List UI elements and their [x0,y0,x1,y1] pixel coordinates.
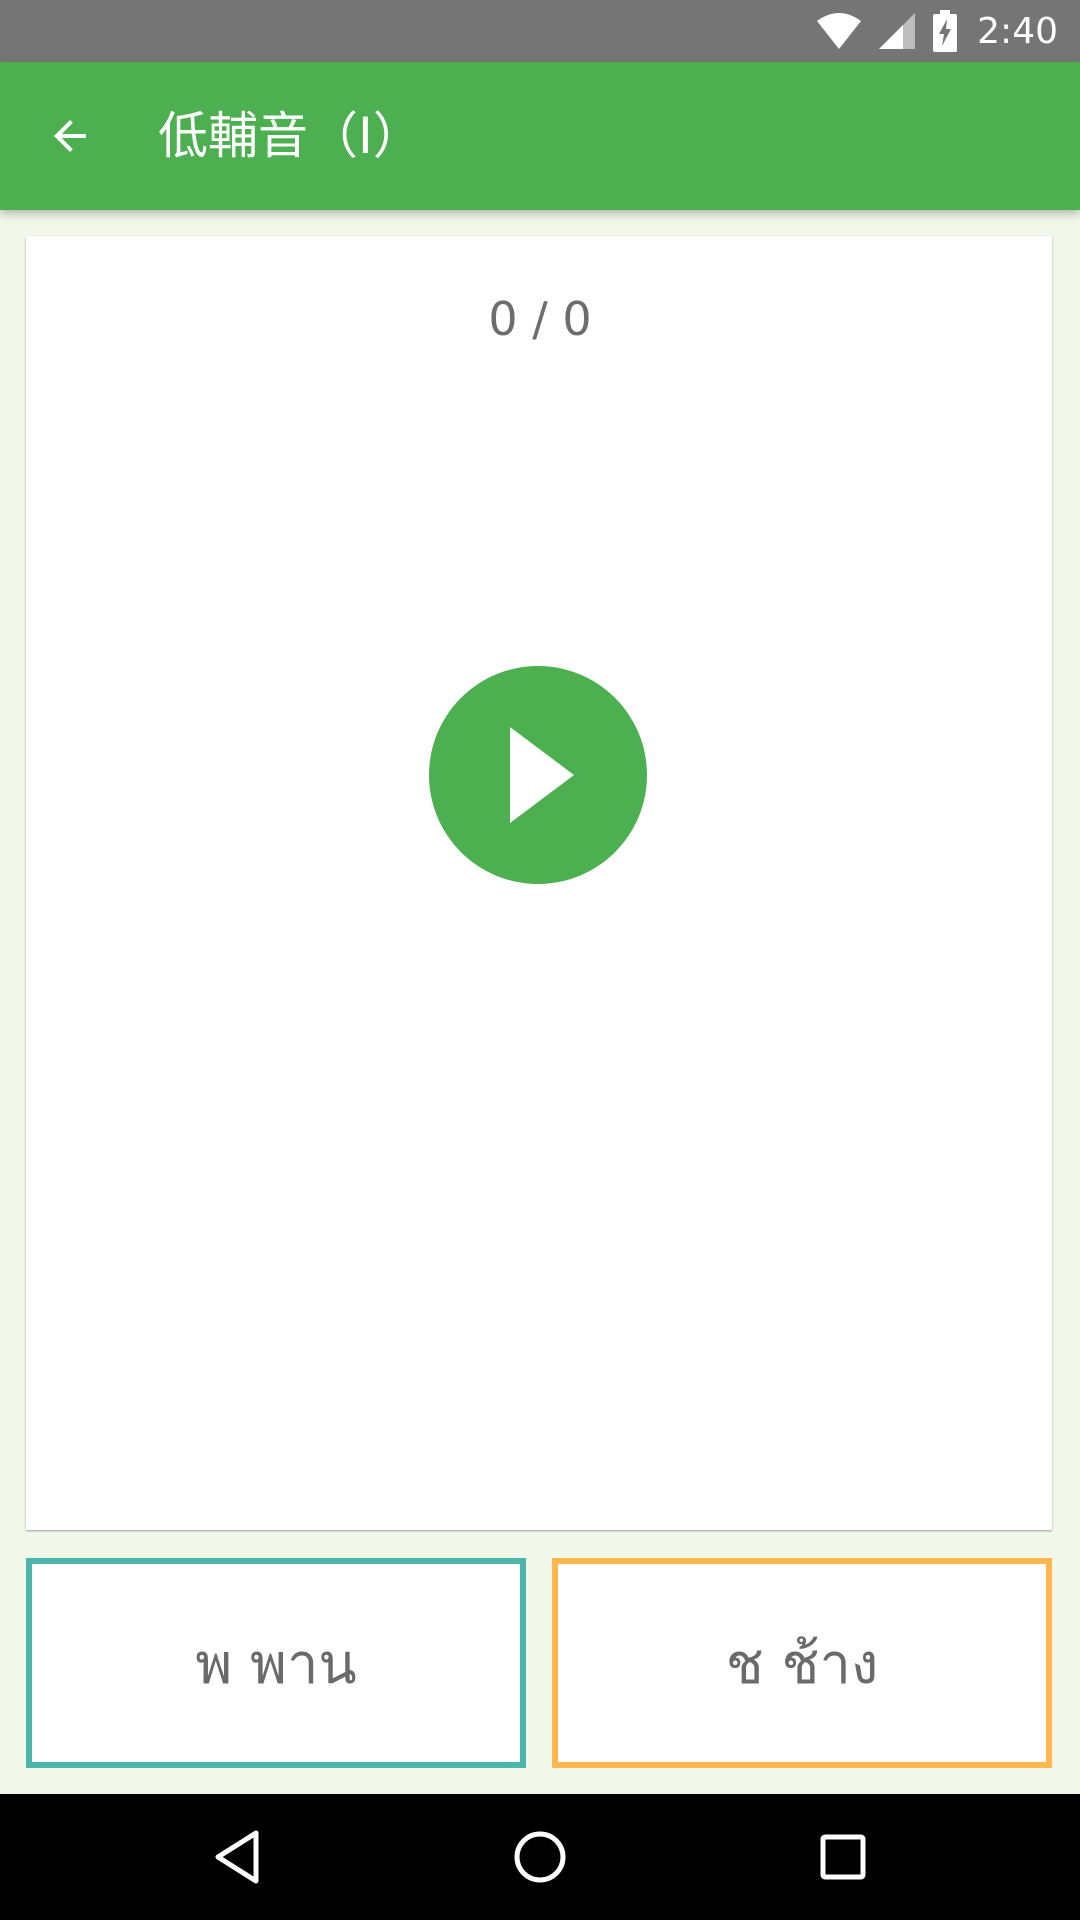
answer-option-2-label: ช ช้าง [725,1631,879,1697]
navigation-bar [0,1794,1080,1920]
battery-charging-icon [933,10,958,52]
status-time: 2:40 [977,10,1058,52]
arrow-back-icon [54,120,86,152]
play-button[interactable] [429,666,647,884]
progress-counter: 0 / 0 [488,292,592,346]
app-bar: 低輔音（I） [0,62,1080,210]
status-icons: 2:40 [815,0,1058,62]
home-circle-icon [514,1831,566,1883]
wifi-icon [817,13,862,49]
cell-signal-icon [879,13,916,49]
page-title: 低輔音（I） [158,107,423,165]
play-icon [510,727,574,823]
nav-home-button[interactable] [505,1822,575,1892]
nav-back-button[interactable] [202,1822,272,1892]
nav-recents-button[interactable] [808,1822,878,1892]
back-button[interactable] [30,96,110,176]
back-triangle-icon [215,1830,259,1884]
answer-option-1[interactable]: พ พาน [26,1558,526,1768]
recents-square-icon [820,1834,866,1880]
answer-option-1-label: พ พาน [195,1631,357,1697]
answer-option-2[interactable]: ช ช้าง [552,1558,1052,1768]
status-bar: 2:40 [0,0,1080,62]
